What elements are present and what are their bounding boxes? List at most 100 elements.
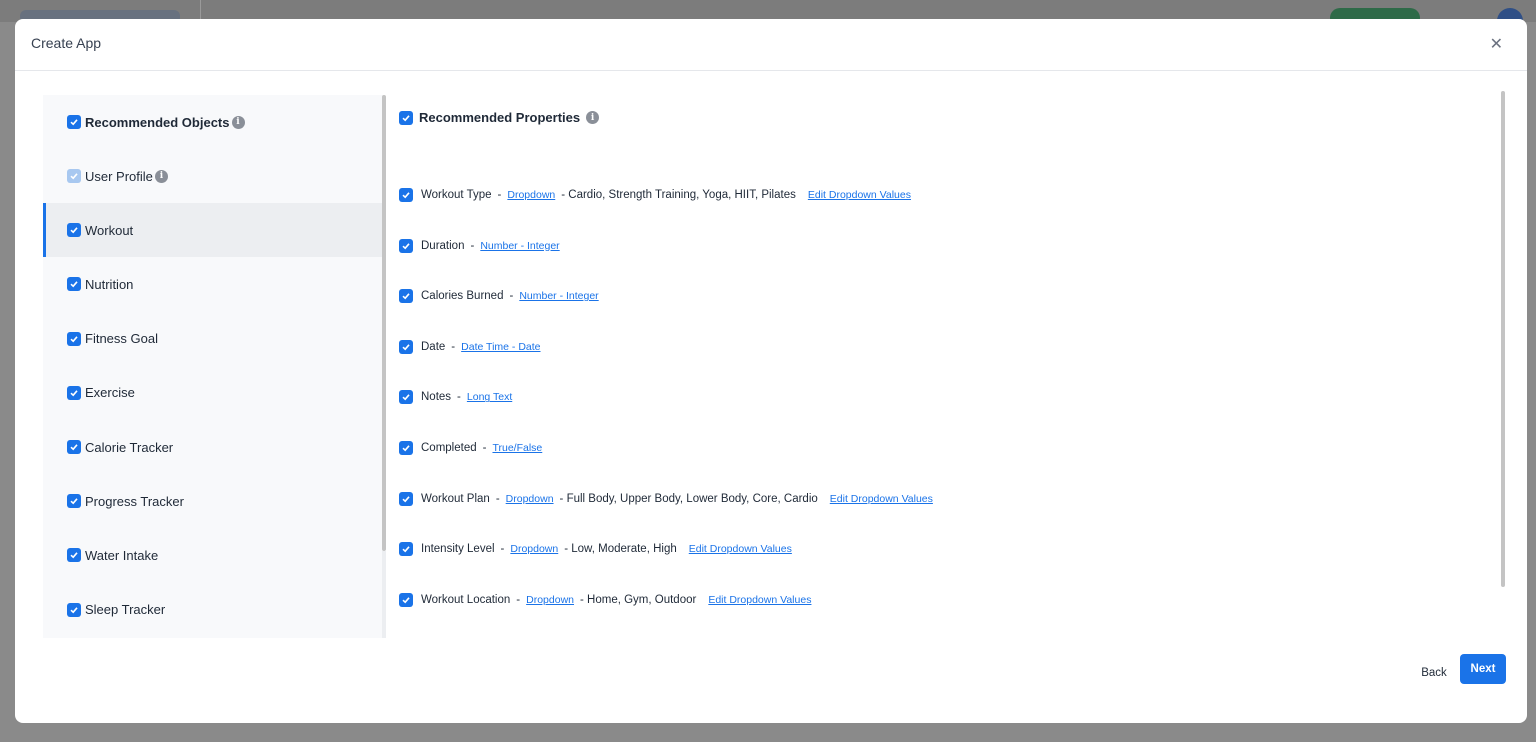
property-values: - Full Body, Upper Body, Lower Body, Cor… xyxy=(559,492,818,505)
property-name: Workout Location xyxy=(421,593,511,606)
checkbox-checked-icon[interactable] xyxy=(67,602,81,617)
checkbox-checked-icon[interactable] xyxy=(67,548,81,563)
object-item-label: Exercise xyxy=(85,385,135,401)
checkbox-checked-icon[interactable] xyxy=(67,385,81,400)
property-row-workout-location: Workout Location - Dropdown - Home, Gym, Ou… xyxy=(399,592,811,608)
property-type-link[interactable]: True/False xyxy=(492,442,542,454)
checkbox-checked-icon[interactable] xyxy=(399,491,413,506)
checkbox-checked-icon[interactable] xyxy=(399,289,413,304)
checkbox-checked-icon[interactable] xyxy=(67,494,81,509)
property-type-link[interactable]: Date Time - Date xyxy=(461,341,540,353)
property-row-date: Date - Date Time - Date xyxy=(399,339,541,355)
checkbox-checked-icon[interactable] xyxy=(399,110,413,125)
separator: - xyxy=(509,290,514,303)
property-row-duration: Duration - Number - Integer xyxy=(399,238,560,254)
property-row-intensity-level: Intensity Level - Dropdown - Low, Moderate,… xyxy=(399,541,792,557)
modal-title: Create App xyxy=(31,35,102,51)
recommended-properties-header[interactable]: Recommended Properties i xyxy=(399,110,600,125)
checkbox-checked-icon xyxy=(67,169,81,183)
object-item-label: Progress Tracker xyxy=(85,493,184,509)
property-type-link[interactable]: Dropdown xyxy=(510,543,558,555)
object-item-fitness-goal[interactable]: Fitness Goal xyxy=(43,312,383,366)
checkbox-checked-icon[interactable] xyxy=(67,223,81,238)
object-item-label: Fitness Goal xyxy=(85,331,158,347)
object-item-label: Nutrition xyxy=(85,276,134,292)
separator: - xyxy=(482,442,487,454)
property-name: Notes xyxy=(421,391,452,404)
objects-scrollbar-track xyxy=(382,551,386,638)
property-row-calories-burned: Calories Burned - Number - Integer xyxy=(399,288,599,304)
checkbox-checked-icon[interactable] xyxy=(399,390,413,405)
checkbox-checked-icon[interactable] xyxy=(67,440,81,454)
property-type-link[interactable]: Number - Integer xyxy=(519,290,598,302)
recommended-objects-label: Recommended Objects xyxy=(85,114,230,130)
property-name: Calories Burned xyxy=(421,290,504,303)
object-item-label: User Profile xyxy=(85,168,153,184)
object-item-water-intake[interactable]: Water Intake xyxy=(43,528,383,582)
property-name: Date xyxy=(421,340,446,353)
edit-dropdown-values-link[interactable]: Edit Dropdown Values xyxy=(808,189,911,201)
object-item-nutrition[interactable]: Nutrition xyxy=(43,257,383,311)
property-type-link[interactable]: Dropdown xyxy=(526,594,574,606)
property-values: - Home, Gym, Outdoor xyxy=(580,593,697,606)
property-name: Workout Type xyxy=(421,189,492,201)
separator: - xyxy=(451,340,456,353)
property-type-link[interactable]: Dropdown xyxy=(506,493,554,505)
property-name: Completed xyxy=(421,442,477,454)
property-values: - Low, Moderate, High xyxy=(564,543,677,556)
object-item-user-profile[interactable]: User Profile i xyxy=(43,149,383,203)
edit-dropdown-values-link[interactable]: Edit Dropdown Values xyxy=(708,594,811,606)
checkbox-checked-icon[interactable] xyxy=(399,542,413,557)
modal-header: Create App ✕ xyxy=(15,19,1527,71)
properties-scrollbar-thumb[interactable] xyxy=(1501,91,1505,587)
checkbox-checked-icon[interactable] xyxy=(399,441,413,455)
property-name: Workout Plan xyxy=(421,492,490,505)
checkbox-checked-icon[interactable] xyxy=(399,188,413,202)
object-item-progress-tracker[interactable]: Progress Tracker xyxy=(43,474,383,528)
recommended-properties-label: Recommended Properties xyxy=(419,110,581,125)
checkbox-checked-icon[interactable] xyxy=(399,339,413,354)
property-values: - Cardio, Strength Training, Yoga, HIIT,… xyxy=(561,189,796,201)
property-type-link[interactable]: Dropdown xyxy=(507,189,555,201)
objects-scrollbar-thumb[interactable] xyxy=(382,95,386,551)
next-button[interactable]: Next xyxy=(1460,654,1506,684)
info-icon[interactable]: i xyxy=(231,115,245,129)
object-item-sleep-tracker[interactable]: Sleep Tracker xyxy=(43,583,383,637)
property-type-link[interactable]: Long Text xyxy=(467,391,512,403)
object-item-workout[interactable]: Workout xyxy=(43,203,383,258)
checkbox-checked-icon[interactable] xyxy=(67,115,81,129)
separator: - xyxy=(516,593,521,606)
object-item-label: Sleep Tracker xyxy=(85,602,166,618)
property-type-link[interactable]: Number - Integer xyxy=(480,240,559,252)
edit-dropdown-values-link[interactable]: Edit Dropdown Values xyxy=(689,543,792,555)
separator: - xyxy=(497,189,502,201)
info-icon[interactable]: i xyxy=(586,111,600,124)
close-icon[interactable]: ✕ xyxy=(1490,37,1503,53)
info-icon[interactable]: i xyxy=(154,169,168,183)
property-name: Duration xyxy=(421,239,465,252)
property-row-notes: Notes - Long Text xyxy=(399,389,512,405)
separator: - xyxy=(457,391,461,404)
object-item-calorie-tracker[interactable]: Calorie Tracker xyxy=(43,420,383,474)
checkbox-checked-icon[interactable] xyxy=(399,592,413,607)
back-button[interactable]: Back xyxy=(1414,658,1454,688)
checkbox-checked-icon[interactable] xyxy=(399,238,413,253)
property-name: Intensity Level xyxy=(421,543,495,556)
object-item-label: Calorie Tracker xyxy=(85,439,174,455)
checkbox-checked-icon[interactable] xyxy=(67,331,81,346)
properties-panel: Recommended Properties i Workout Type - Dr… xyxy=(399,95,1499,640)
objects-panel: Recommended Objects i User Profile i Worko… xyxy=(43,95,383,638)
checkbox-checked-icon[interactable] xyxy=(67,277,81,292)
edit-dropdown-values-link[interactable]: Edit Dropdown Values xyxy=(830,493,933,505)
property-row-workout-type: Workout Type - Dropdown - Cardio, Strength … xyxy=(399,187,911,203)
object-item-label: Workout xyxy=(85,222,134,238)
recommended-objects-header[interactable]: Recommended Objects i xyxy=(43,95,383,149)
separator: - xyxy=(495,492,500,505)
create-app-modal: Create App ✕ Recommended Objects i User … xyxy=(15,19,1527,723)
separator: - xyxy=(500,543,505,556)
property-row-workout-plan: Workout Plan - Dropdown - Full Body, Upper … xyxy=(399,491,933,507)
object-item-exercise[interactable]: Exercise xyxy=(43,366,383,420)
object-item-label: Water Intake xyxy=(85,547,159,563)
separator: - xyxy=(470,239,475,252)
property-row-completed: Completed - True/False xyxy=(399,440,542,456)
